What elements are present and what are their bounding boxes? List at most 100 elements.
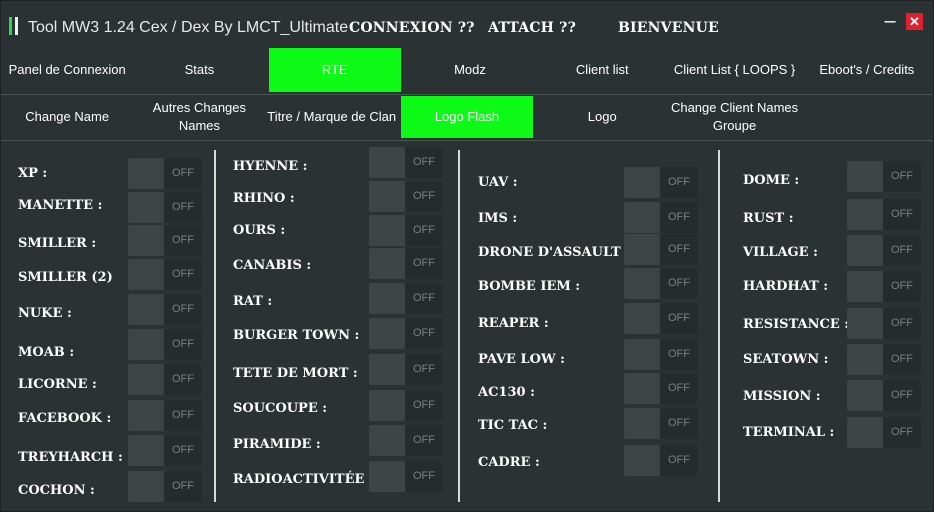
- option-label-moab: MOAB :: [18, 345, 75, 360]
- toggle-burger-town[interactable]: OFF: [369, 318, 443, 349]
- option-label-tic-tac: TIC TAC :: [478, 418, 548, 433]
- toggle-village[interactable]: OFF: [847, 235, 921, 266]
- toggle-state-label: OFF: [883, 235, 921, 266]
- toggle-drone-d-assault[interactable]: OFF: [624, 234, 698, 265]
- toggle-cochon[interactable]: OFF: [128, 471, 202, 502]
- toggle-tete-de-mort[interactable]: OFF: [369, 354, 443, 385]
- toggle-resistance[interactable]: OFF: [847, 308, 921, 339]
- sub-tab-0[interactable]: Change Name: [1, 96, 133, 138]
- toggle-state-label: OFF: [405, 390, 443, 421]
- toggle-facebook[interactable]: OFF: [128, 400, 202, 431]
- toggle-state-label: OFF: [405, 461, 443, 492]
- toggle-piramide[interactable]: OFF: [369, 425, 443, 456]
- option-label-tete-de-mort: TETE DE MORT :: [233, 366, 358, 381]
- minimize-icon[interactable]: –: [881, 11, 899, 31]
- option-label-ours: OURS :: [233, 223, 286, 238]
- toggle-state-label: OFF: [164, 435, 202, 466]
- close-icon[interactable]: ✕: [906, 13, 923, 30]
- toggle-hyenne[interactable]: OFF: [369, 147, 443, 178]
- toggle-state-label: OFF: [660, 445, 698, 476]
- main-tab-bar: Panel de Connexion Stats RTE Modz Client lis…: [1, 48, 933, 92]
- toggle-state-label: OFF: [660, 167, 698, 198]
- sub-tab-6[interactable]: [801, 96, 933, 138]
- title-bar[interactable]: Tool MW3 1.24 Cex / Dex By LMCT_Ultimate…: [1, 1, 933, 45]
- option-label-terminal: TERMINAL :: [743, 425, 835, 440]
- option-label-pave-low: PAVE LOW :: [478, 352, 565, 367]
- main-tab-2[interactable]: RTE: [268, 48, 401, 92]
- toggle-state-label: OFF: [164, 225, 202, 256]
- column-divider: [214, 150, 216, 502]
- toggle-state-label: OFF: [405, 354, 443, 385]
- toggle-soucoupe[interactable]: OFF: [369, 390, 443, 421]
- toggle-rat[interactable]: OFF: [369, 283, 443, 314]
- toggle-cadre[interactable]: OFF: [624, 445, 698, 476]
- toggle-seatown[interactable]: OFF: [847, 344, 921, 375]
- main-tab-5[interactable]: Client List { LOOPS }: [668, 48, 800, 92]
- divider: [1, 140, 933, 141]
- toggle-state-label: OFF: [660, 373, 698, 404]
- toggle-uav[interactable]: OFF: [624, 167, 698, 198]
- option-label-soucoupe: SOUCOUPE :: [233, 401, 328, 416]
- toggle-terminal[interactable]: OFF: [847, 417, 921, 448]
- toggle-reaper[interactable]: OFF: [624, 303, 698, 334]
- toggle-bombe-iem[interactable]: OFF: [624, 268, 698, 299]
- toggle-radioactivit-e[interactable]: OFF: [369, 461, 443, 492]
- main-tab-3[interactable]: Modz: [404, 48, 536, 92]
- option-label-village: VILLAGE :: [743, 245, 818, 260]
- toggle-moab[interactable]: OFF: [128, 329, 202, 360]
- toggle-pave-low[interactable]: OFF: [624, 339, 698, 370]
- toggle-canabis[interactable]: OFF: [369, 248, 443, 279]
- option-label-burger-town: BURGER TOWN :: [233, 328, 360, 343]
- option-label-reaper: REAPER :: [478, 316, 549, 331]
- toggle-nuke[interactable]: OFF: [128, 294, 202, 325]
- toggle-mission[interactable]: OFF: [847, 380, 921, 411]
- option-label-canabis: CANABIS :: [233, 258, 312, 273]
- option-label-mission: MISSION :: [743, 389, 821, 404]
- toggle-state-label: OFF: [883, 308, 921, 339]
- toggle-state-label: OFF: [660, 339, 698, 370]
- toggle-ours[interactable]: OFF: [369, 215, 443, 246]
- toggle-hardhat[interactable]: OFF: [847, 271, 921, 302]
- toggle-ims[interactable]: OFF: [624, 202, 698, 233]
- toggle-licorne[interactable]: OFF: [128, 364, 202, 395]
- option-label-hyenne: HYENNE :: [233, 159, 308, 174]
- toggle-state-label: OFF: [405, 248, 443, 279]
- toggle-ac130[interactable]: OFF: [624, 373, 698, 404]
- toggle-smiller-2[interactable]: OFF: [128, 259, 202, 290]
- sub-tab-4[interactable]: Logo: [536, 96, 668, 138]
- connection-status: CONNEXION ??: [349, 20, 475, 36]
- option-label-smiller-2: SMILLER (2): [18, 270, 113, 285]
- main-tab-0[interactable]: Panel de Connexion: [1, 48, 133, 92]
- toggle-smiller[interactable]: OFF: [128, 225, 202, 256]
- toggle-tic-tac[interactable]: OFF: [624, 408, 698, 439]
- toggle-state-label: OFF: [883, 380, 921, 411]
- toggle-state-label: OFF: [660, 202, 698, 233]
- toggle-xp[interactable]: OFF: [128, 158, 202, 189]
- option-label-ac130: AC130 :: [478, 385, 535, 400]
- attach-status: ATTACH ??: [488, 20, 576, 36]
- toggle-state-label: OFF: [164, 364, 202, 395]
- sub-tab-1[interactable]: Autres Changes Names: [133, 96, 265, 138]
- main-tab-4[interactable]: Client list: [536, 48, 668, 92]
- toggle-state-label: OFF: [660, 234, 698, 265]
- window-title: Tool MW3 1.24 Cex / Dex By LMCT_Ultimate: [28, 19, 349, 36]
- option-label-licorne: LICORNE :: [18, 377, 97, 392]
- main-tab-1[interactable]: Stats: [133, 48, 265, 92]
- sub-tab-2[interactable]: Titre / Marque de Clan: [266, 96, 398, 138]
- option-label-piramide: PIRAMIDE :: [233, 437, 321, 452]
- toggle-manette[interactable]: OFF: [128, 192, 202, 223]
- option-label-manette: MANETTE :: [18, 198, 103, 213]
- option-label-seatown: SEATOWN :: [743, 352, 829, 367]
- sub-tab-5[interactable]: Change Client Names Groupe: [668, 96, 800, 138]
- welcome-text: BIENVENUE: [618, 20, 719, 36]
- option-label-rat: RAT :: [233, 294, 273, 309]
- toggle-rhino[interactable]: OFF: [369, 181, 443, 212]
- toggle-rust[interactable]: OFF: [847, 199, 921, 230]
- main-tab-6[interactable]: Eboot's / Credits: [801, 48, 933, 92]
- sub-tab-3[interactable]: Logo Flash: [400, 96, 534, 138]
- toggle-dome[interactable]: OFF: [847, 161, 921, 192]
- toggle-treyharch[interactable]: OFF: [128, 435, 202, 466]
- option-label-xp: XP :: [18, 166, 48, 181]
- divider: [1, 94, 933, 95]
- toggle-state-label: OFF: [883, 344, 921, 375]
